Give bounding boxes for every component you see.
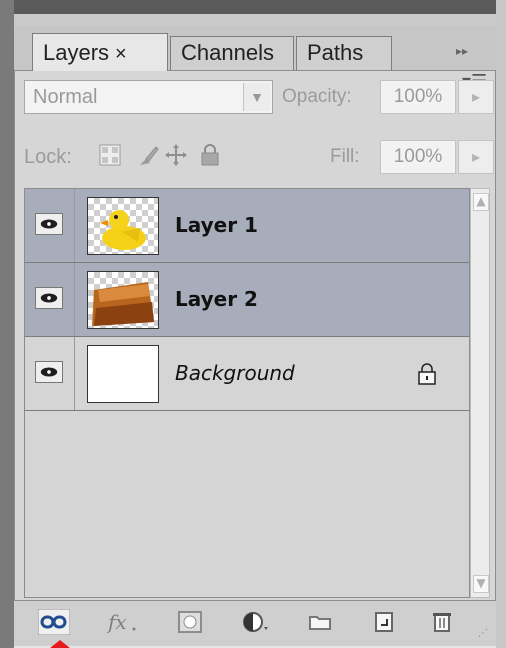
tab-layers[interactable]: Layers × (32, 33, 168, 71)
resize-grip-icon[interactable]: ⋰ (478, 628, 492, 642)
texture-thumbnail-icon (92, 282, 154, 326)
lock-label: Lock: (24, 146, 72, 168)
layers-list: Layer 1 Layer 2 Background (24, 188, 470, 598)
blend-mode-value: Normal (33, 86, 98, 108)
svg-text:fx: fx (106, 610, 127, 634)
visibility-toggle[interactable] (25, 263, 75, 336)
window-right-edge (496, 0, 506, 648)
opacity-label: Opacity: (282, 86, 352, 107)
layer-thumbnail[interactable] (87, 345, 159, 403)
scroll-down-icon[interactable]: ▼ (473, 575, 489, 593)
layer-name[interactable]: Layer 1 (175, 189, 258, 262)
opacity-field[interactable]: 100% (380, 80, 456, 114)
lock-controls: Lock: Fill: 100% ▸ (24, 140, 494, 174)
layer-mask-icon[interactable] (174, 609, 206, 635)
layers-panel-window: Layers× Channels Paths ▸▸ ▾☰ Normal ▼ Op… (0, 0, 506, 648)
visibility-toggle[interactable] (25, 337, 75, 410)
layer-row[interactable]: Layer 1 (25, 189, 469, 263)
blend-controls: Normal ▼ Opacity: 100% ▸ (24, 80, 494, 114)
eye-icon[interactable] (35, 213, 63, 235)
tab-layers-label: Layers (43, 40, 110, 65)
blend-mode-select[interactable]: Normal ▼ (24, 80, 273, 114)
close-icon[interactable]: × (115, 43, 127, 65)
lock-all-icon[interactable] (198, 143, 222, 167)
tab-channels[interactable]: Channels (170, 36, 294, 70)
new-layer-icon[interactable] (368, 609, 400, 635)
lock-position-icon[interactable] (164, 143, 188, 167)
duck-thumbnail-icon (100, 210, 146, 250)
collapse-panel-icon[interactable]: ▸▸ (456, 45, 474, 57)
layer-row[interactable]: Background (25, 337, 469, 411)
new-group-icon[interactable] (304, 609, 336, 635)
lock-icon (418, 363, 436, 385)
tab-paths-label: Paths (307, 40, 364, 65)
red-arrow-indicator (50, 640, 70, 648)
chevron-down-icon[interactable]: ▼ (243, 83, 270, 111)
adjustment-layer-icon[interactable] (240, 609, 272, 635)
link-layers-icon[interactable] (38, 609, 70, 635)
window-left-edge (0, 0, 14, 648)
fill-field[interactable]: 100% (380, 140, 456, 174)
window-top-edge (0, 0, 506, 14)
layer-style-fx-icon[interactable]: fx (106, 609, 138, 635)
eye-icon[interactable] (35, 361, 63, 383)
fill-slider-button[interactable]: ▸ (458, 140, 494, 174)
scroll-up-icon[interactable]: ▲ (473, 193, 489, 211)
opacity-slider-button[interactable]: ▸ (458, 80, 494, 114)
eye-icon[interactable] (35, 287, 63, 309)
delete-layer-icon[interactable] (426, 609, 458, 635)
fill-label: Fill: (330, 146, 360, 167)
layers-footer-toolbar: fx ⋰ (14, 600, 496, 646)
lock-image-pixels-icon[interactable] (136, 143, 160, 167)
panel-tabs: Layers× Channels Paths ▸▸ ▾☰ (14, 26, 496, 91)
layers-empty-area (25, 413, 469, 597)
tab-paths[interactable]: Paths (296, 36, 392, 70)
panel-title-strip (14, 14, 496, 26)
visibility-toggle[interactable] (25, 189, 75, 262)
layers-scrollbar[interactable]: ▲ ▼ (470, 188, 490, 598)
layer-thumbnail[interactable] (87, 271, 159, 329)
layer-thumbnail[interactable] (87, 197, 159, 255)
layer-name[interactable]: Background (175, 337, 295, 410)
layer-name[interactable]: Layer 2 (175, 263, 258, 336)
layer-row[interactable]: Layer 2 (25, 263, 469, 337)
lock-transparent-pixels-icon[interactable] (98, 143, 122, 167)
tab-channels-label: Channels (181, 40, 274, 65)
